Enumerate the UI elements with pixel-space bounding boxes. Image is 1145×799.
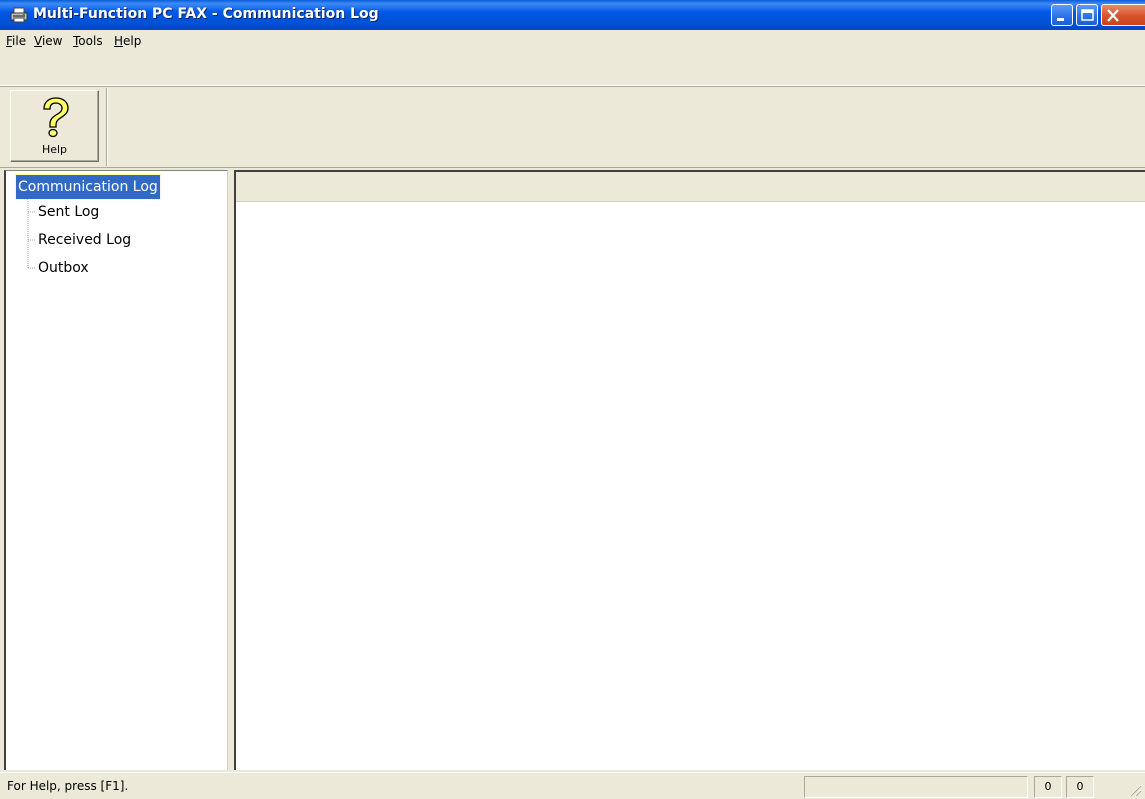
tree-item-communication-log[interactable]: Communication Log	[15, 174, 161, 200]
status-count-1: 0	[1034, 776, 1062, 798]
log-tree[interactable]: Communication Log Sent Log Received Log …	[4, 170, 228, 770]
maximize-icon	[1081, 9, 1094, 21]
minimize-icon	[1057, 18, 1064, 21]
status-bar: For Help, press [F1]. 0 0	[0, 772, 1145, 799]
close-button[interactable]	[1101, 4, 1145, 26]
menu-help-label: elp	[123, 34, 142, 48]
status-count-2: 0	[1066, 776, 1094, 798]
toolbar-bottom-edge	[0, 167, 1145, 168]
menu-file-label: ile	[12, 34, 27, 48]
app-window: Multi-Function PC FAX - Communication Lo…	[0, 0, 1145, 799]
help-button[interactable]: Help	[10, 90, 99, 162]
menu-help[interactable]: Help	[114, 34, 141, 48]
status-help-text: For Help, press [F1].	[7, 779, 129, 793]
tree-item-sent-log[interactable]: Sent Log	[38, 200, 99, 224]
menu-file[interactable]: File	[6, 34, 26, 48]
tree-item-received-log[interactable]: Received Log	[38, 228, 131, 252]
fax-printer-icon[interactable]	[10, 7, 28, 23]
menu-help-mnemonic: H	[114, 34, 124, 48]
log-list-view[interactable]	[234, 170, 1145, 770]
menu-tools[interactable]: Tools	[73, 34, 103, 48]
status-panel-blank	[804, 776, 1028, 798]
menu-view-mnemonic: V	[34, 34, 42, 48]
window-title: Multi-Function PC FAX - Communication Lo…	[33, 6, 379, 22]
close-icon	[1107, 9, 1119, 22]
title-bar[interactable]: Multi-Function PC FAX - Communication Lo…	[0, 0, 1145, 30]
list-column-header[interactable]	[236, 172, 1145, 202]
resize-grip-icon[interactable]	[1126, 781, 1142, 797]
menu-view-label: iew	[41, 34, 63, 48]
menu-tools-label: ools	[78, 34, 103, 48]
menu-view[interactable]: View	[34, 34, 62, 48]
maximize-button[interactable]	[1076, 4, 1098, 26]
question-mark-icon	[43, 97, 69, 138]
minimize-button[interactable]	[1051, 4, 1073, 26]
tree-item-outbox[interactable]: Outbox	[38, 256, 89, 280]
list-body[interactable]	[236, 202, 1145, 770]
menu-bar: File View Tools Help	[0, 30, 1145, 54]
help-button-label: Help	[41, 143, 68, 156]
toolbar-divider	[106, 88, 108, 166]
toolbar	[0, 86, 1145, 167]
